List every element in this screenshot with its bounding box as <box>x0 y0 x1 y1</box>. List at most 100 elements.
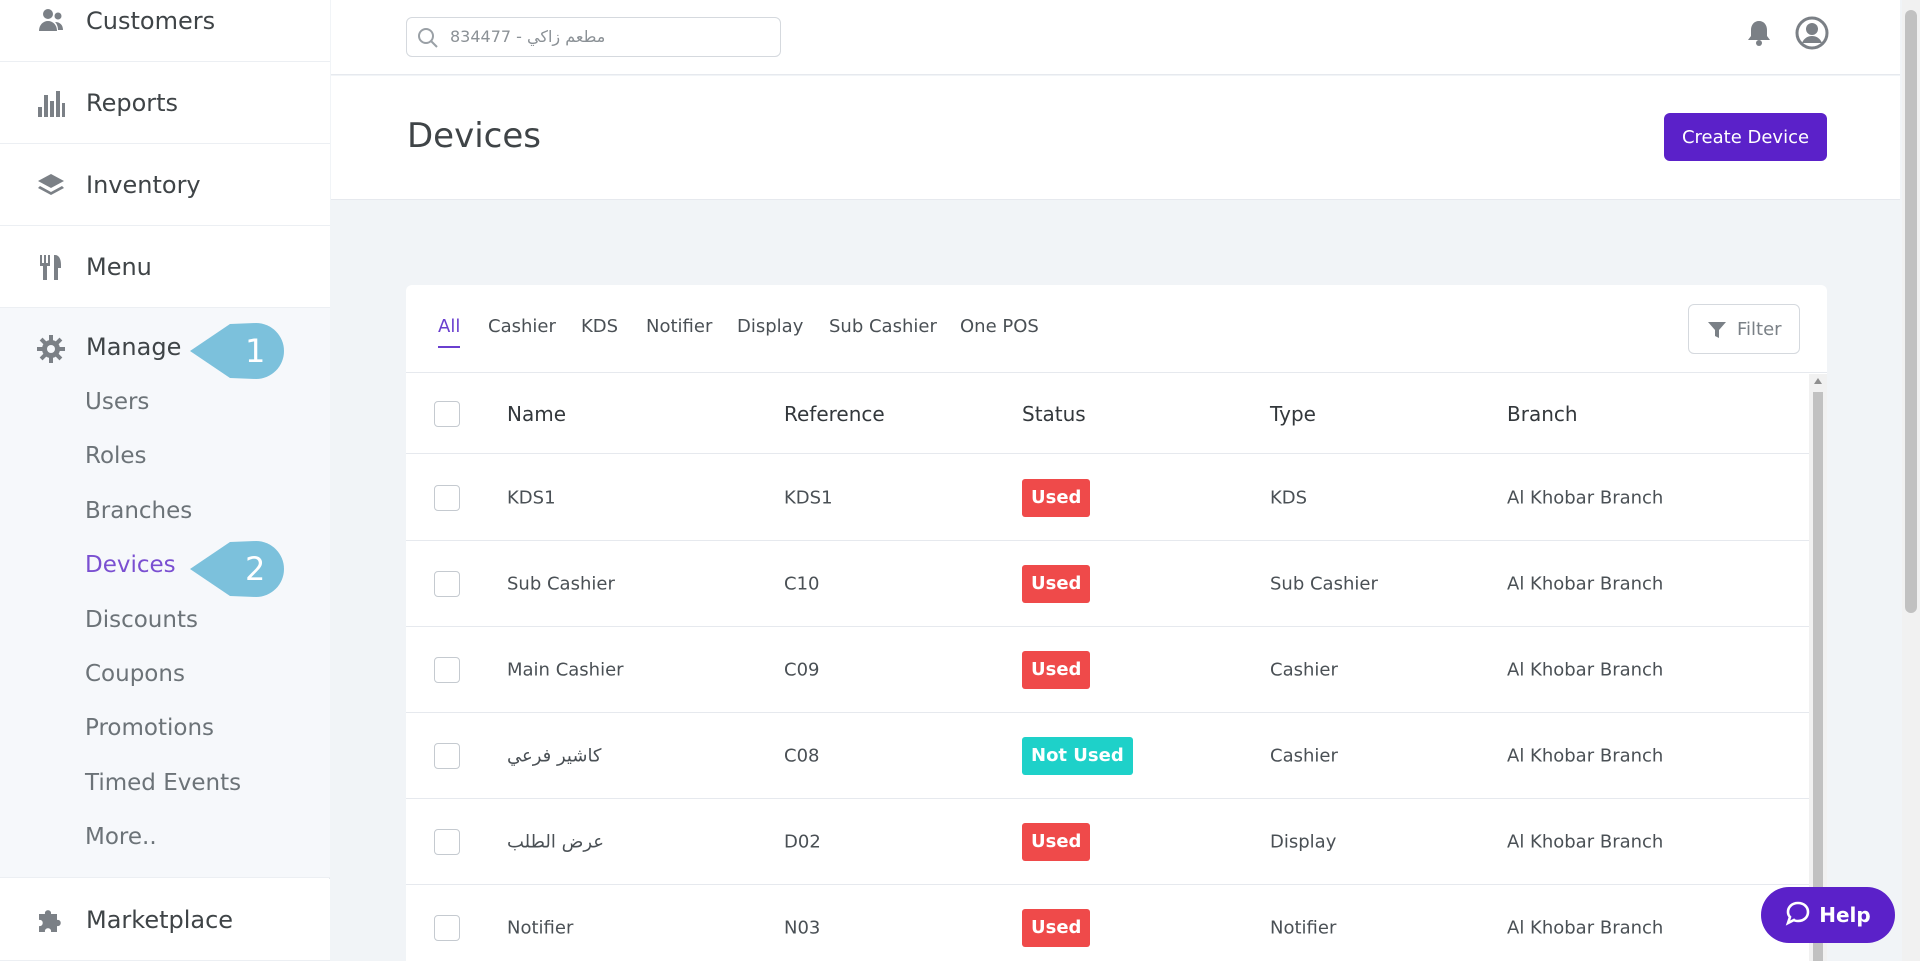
inventory-icon <box>36 170 66 200</box>
column-header-branch[interactable]: Branch <box>1507 402 1578 426</box>
scroll-up-arrow-icon[interactable] <box>1814 378 1822 384</box>
help-label: Help <box>1819 903 1871 927</box>
sidebar-subitem-timed-events[interactable]: Timed Events <box>85 770 241 796</box>
sidebar-item-label: Marketplace <box>86 905 234 934</box>
customers-icon <box>36 6 66 36</box>
column-header-name[interactable]: Name <box>507 402 566 426</box>
sidebar-item-label: Manage <box>86 333 182 361</box>
top-bar: مطعم زاكي - 834477 <box>331 0 1900 75</box>
bell-icon[interactable] <box>1744 18 1774 48</box>
table-row[interactable]: Notifier N03 Used Notifier Al Khobar Bra… <box>406 885 1809 961</box>
table-row[interactable]: كاشير فرعي C08 Not Used Cashier Al Khoba… <box>406 713 1809 799</box>
device-name: عرض الطلب <box>507 831 605 852</box>
filter-icon <box>1707 320 1727 340</box>
page-scrollbar-thumb[interactable] <box>1905 10 1917 613</box>
device-reference: C09 <box>784 659 820 680</box>
table-row[interactable]: KDS1 KDS1 Used KDS Al Khobar Branch <box>406 455 1809 541</box>
create-device-button[interactable]: Create Device <box>1664 113 1827 161</box>
search-input[interactable]: مطعم زاكي - 834477 <box>406 17 781 57</box>
device-type-tabs: All Cashier KDS Notifier Display Sub Cas… <box>406 285 1827 373</box>
sidebar: Customers Reports Inventory Menu Manage … <box>0 0 330 961</box>
tab-kds[interactable]: KDS <box>581 316 618 337</box>
device-reference: C08 <box>784 745 820 766</box>
row-checkbox[interactable] <box>434 914 460 941</box>
filter-button[interactable]: Filter <box>1688 304 1800 354</box>
column-header-type[interactable]: Type <box>1270 402 1316 426</box>
device-reference: KDS1 <box>784 487 833 508</box>
tab-display[interactable]: Display <box>737 316 803 337</box>
tab-cashier[interactable]: Cashier <box>488 316 556 337</box>
device-branch: Al Khobar Branch <box>1507 573 1664 594</box>
sidebar-item-label: Customers <box>86 6 216 35</box>
device-name: KDS1 <box>507 487 556 508</box>
filter-label: Filter <box>1737 319 1782 340</box>
sidebar-item-inventory[interactable]: Inventory <box>0 144 330 226</box>
select-all-checkbox[interactable] <box>434 400 460 427</box>
chat-bubble-icon <box>1785 900 1811 931</box>
device-name: كاشير فرعي <box>507 745 602 766</box>
device-name: Main Cashier <box>507 659 624 680</box>
table-scrollbar[interactable] <box>1809 374 1827 961</box>
table-row[interactable]: Sub Cashier C10 Used Sub Cashier Al Khob… <box>406 541 1809 627</box>
callout-number: 1 <box>245 332 266 370</box>
sidebar-subitem-roles[interactable]: Roles <box>85 443 147 469</box>
device-reference: N03 <box>784 917 821 938</box>
search-icon <box>417 27 439 49</box>
table-scrollbar-thumb[interactable] <box>1813 392 1823 961</box>
tab-one-pos[interactable]: One POS <box>960 316 1039 337</box>
device-branch: Al Khobar Branch <box>1507 831 1664 852</box>
menu-icon <box>36 252 66 282</box>
row-checkbox[interactable] <box>434 656 460 683</box>
device-type: KDS <box>1270 487 1308 508</box>
status-badge: Used <box>1022 908 1091 947</box>
sidebar-item-label: Inventory <box>86 170 201 199</box>
tab-all[interactable]: All <box>438 316 461 348</box>
sidebar-subitem-devices[interactable]: Devices <box>85 552 176 578</box>
sidebar-subitem-branches[interactable]: Branches <box>85 498 192 524</box>
row-checkbox[interactable] <box>434 484 460 511</box>
row-checkbox[interactable] <box>434 828 460 855</box>
puzzle-icon <box>36 905 66 935</box>
device-reference: C10 <box>784 573 820 594</box>
device-type: Cashier <box>1270 659 1338 680</box>
device-name: Sub Cashier <box>507 573 615 594</box>
tab-sub-cashier[interactable]: Sub Cashier <box>829 316 937 337</box>
table-row[interactable]: عرض الطلب D02 Used Display Al Khobar Bra… <box>406 799 1809 885</box>
page-title: Devices <box>407 116 541 156</box>
device-name: Notifier <box>507 917 574 938</box>
device-type: Notifier <box>1270 917 1337 938</box>
table-row[interactable]: Main Cashier C09 Used Cashier Al Khobar … <box>406 627 1809 713</box>
sidebar-subitem-users[interactable]: Users <box>85 389 149 415</box>
column-header-status[interactable]: Status <box>1022 402 1086 426</box>
row-checkbox[interactable] <box>434 570 460 597</box>
user-icon[interactable] <box>1795 16 1829 50</box>
device-type: Cashier <box>1270 745 1338 766</box>
device-branch: Al Khobar Branch <box>1507 659 1664 680</box>
device-type: Sub Cashier <box>1270 573 1378 594</box>
sidebar-item-marketplace[interactable]: Marketplace <box>0 879 330 961</box>
table-header-row: Name Reference Status Type Branch <box>406 374 1809 454</box>
status-badge: Used <box>1022 478 1091 517</box>
sidebar-subitem-promotions[interactable]: Promotions <box>85 715 214 741</box>
page-scrollbar[interactable] <box>1902 0 1920 961</box>
help-button[interactable]: Help <box>1761 887 1895 943</box>
sidebar-item-customers[interactable]: Customers <box>0 0 330 62</box>
search-value: مطعم زاكي - 834477 <box>450 27 606 46</box>
device-type: Display <box>1270 831 1337 852</box>
status-badge: Not Used <box>1022 736 1133 775</box>
status-badge: Used <box>1022 822 1091 861</box>
status-badge: Used <box>1022 564 1091 603</box>
sidebar-item-label: Reports <box>86 88 179 117</box>
row-checkbox[interactable] <box>434 742 460 769</box>
sidebar-item-reports[interactable]: Reports <box>0 62 330 144</box>
device-reference: D02 <box>784 831 821 852</box>
sidebar-subitem-more[interactable]: More.. <box>85 824 157 850</box>
sidebar-subitem-coupons[interactable]: Coupons <box>85 661 185 687</box>
sidebar-subitem-discounts[interactable]: Discounts <box>85 607 198 633</box>
device-branch: Al Khobar Branch <box>1507 487 1664 508</box>
callout-number: 2 <box>245 550 266 588</box>
sidebar-item-menu[interactable]: Menu <box>0 226 330 308</box>
status-badge: Used <box>1022 650 1091 689</box>
column-header-reference[interactable]: Reference <box>784 402 885 426</box>
tab-notifier[interactable]: Notifier <box>646 316 712 337</box>
